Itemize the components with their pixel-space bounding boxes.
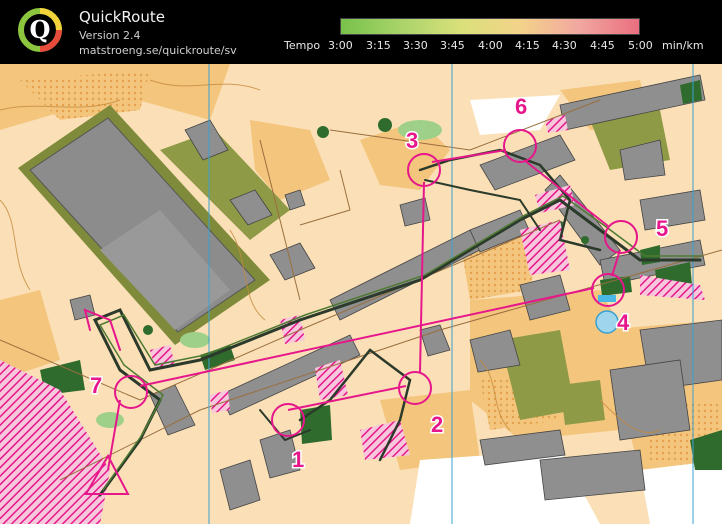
control-number-2: 2 <box>431 412 443 437</box>
tempo-tick: 3:15 <box>366 39 391 52</box>
control-number-3: 3 <box>406 128 418 153</box>
tempo-tick: 3:30 <box>403 39 428 52</box>
control-number-7: 7 <box>90 373 102 398</box>
app-header: Q QuickRoute Version 2.4 matstroeng.se/q… <box>0 0 722 64</box>
tempo-tick: 3:00 <box>328 39 353 52</box>
tempo-tick: 4:15 <box>515 39 540 52</box>
app-title: QuickRoute <box>79 8 165 26</box>
tempo-unit: min/km <box>662 39 704 52</box>
tempo-tick: 3:45 <box>440 39 465 52</box>
orienteering-map[interactable]: 1 2 3 4 5 6 7 <box>0 64 722 524</box>
pond <box>595 295 619 334</box>
app-version: Version 2.4 <box>79 29 141 42</box>
tempo-tick: 5:00 <box>628 39 653 52</box>
tempo-tick: 4:30 <box>552 39 577 52</box>
tempo-tick: 4:45 <box>590 39 615 52</box>
app-url: matstroeng.se/quickroute/sv <box>79 44 237 57</box>
control-number-4: 4 <box>617 310 630 335</box>
control-number-1: 1 <box>292 447 304 472</box>
tempo-gradient-bar <box>340 18 640 35</box>
map-canvas[interactable]: 1 2 3 4 5 6 7 <box>0 64 722 524</box>
svg-text:Q: Q <box>30 15 51 44</box>
control-number-6: 6 <box>515 94 527 119</box>
tempo-tick: 4:00 <box>478 39 503 52</box>
control-number-5: 5 <box>656 216 668 241</box>
quickroute-logo: Q <box>18 8 62 52</box>
tempo-label: Tempo <box>284 39 321 52</box>
